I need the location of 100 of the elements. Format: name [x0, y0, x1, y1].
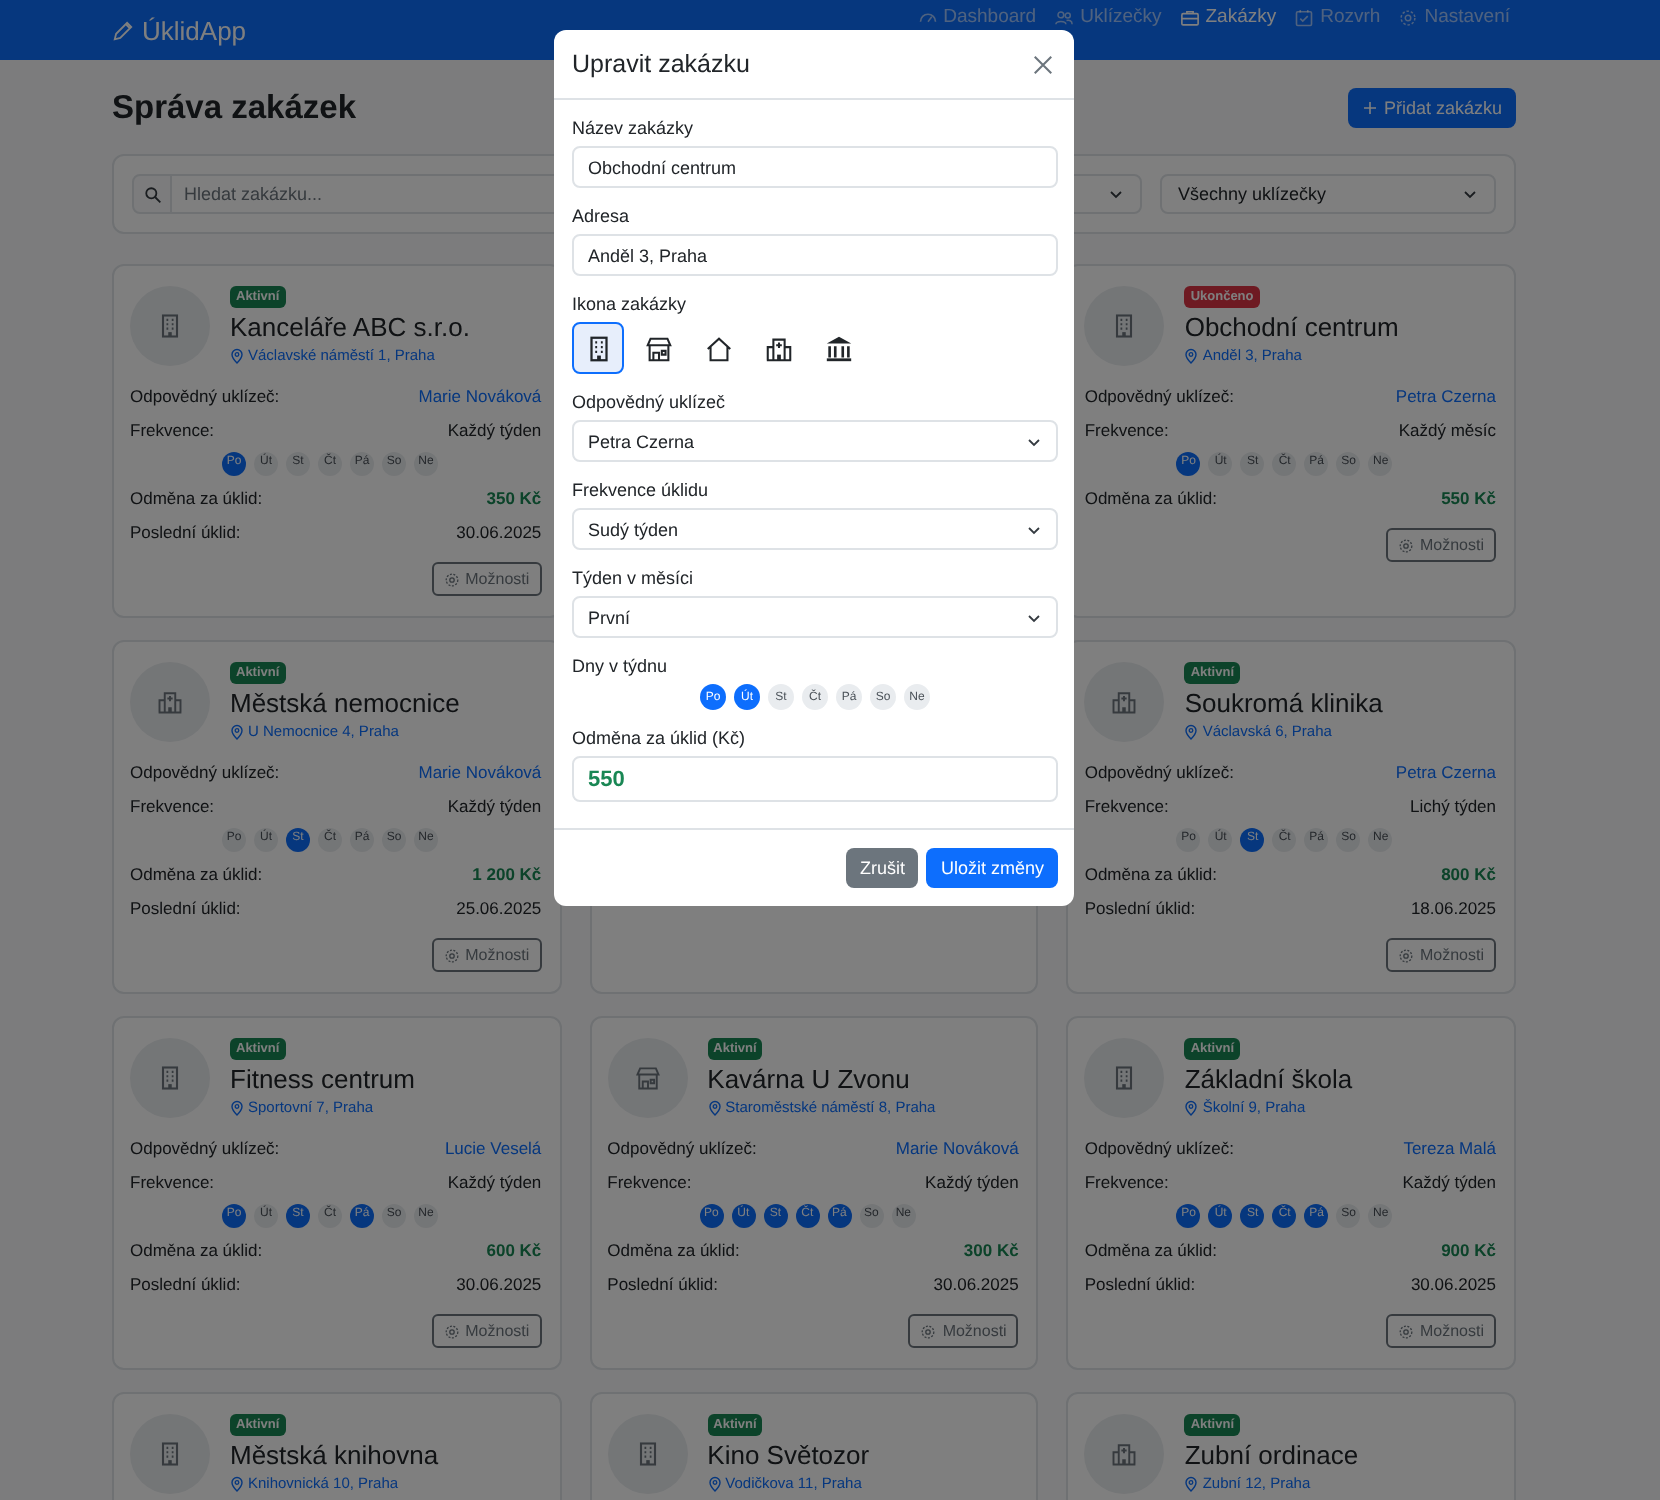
plus-icon — [1361, 100, 1378, 116]
field-label: Poslední úklid: — [1084, 1274, 1196, 1296]
settings-icon — [1397, 537, 1414, 553]
building-icon — [156, 1440, 184, 1468]
cleaner-name: Marie Nováková — [418, 386, 542, 408]
options-button[interactable]: Možnosti — [1385, 938, 1496, 972]
search-icon — [143, 185, 161, 203]
location-pin-icon — [1184, 723, 1199, 740]
bank-icon — [823, 333, 853, 363]
shop-icon — [643, 333, 673, 363]
add-job-button[interactable]: Přidat zakázku — [1347, 88, 1516, 128]
field-label: Název zakázky — [572, 118, 696, 138]
select-field[interactable]: První — [572, 596, 1058, 638]
hospital-icon — [156, 688, 184, 716]
cleaner-name: Marie Nováková — [895, 1138, 1019, 1160]
location-pin-icon — [1184, 1475, 1199, 1492]
location-pin-icon — [230, 723, 244, 740]
page-title: Správa zakázek — [112, 89, 357, 127]
field-label: Frekvence: — [130, 420, 215, 442]
price-value: 350 Kč — [486, 488, 542, 510]
settings-icon — [443, 947, 460, 963]
field-value: 30.06.2025 — [456, 1274, 542, 1296]
select-field[interactable]: Petra Czerna — [572, 420, 1058, 462]
chevron-down-icon — [1026, 433, 1042, 449]
settings-icon — [1397, 1323, 1414, 1339]
cleaner-select[interactable]: Všechny uklízečky — [1160, 174, 1496, 214]
cancel-button[interactable]: Zrušit — [845, 848, 919, 888]
icon-option[interactable] — [572, 322, 624, 374]
field-label: Týden v měsíci — [572, 568, 696, 588]
field-label: Poslední úklid: — [130, 1274, 241, 1296]
field-label: Poslední úklid: — [130, 522, 241, 544]
nav-link[interactable]: Rozvrh — [1294, 6, 1381, 28]
select-field[interactable]: Sudý týden — [572, 508, 1058, 550]
text-field[interactable]: Anděl 3, Praha — [572, 234, 1058, 276]
building-icon — [156, 1064, 184, 1092]
field-label: Odměna za úklid: — [607, 1240, 740, 1262]
settings-icon — [1397, 947, 1414, 963]
text-field[interactable]: Obchodní centrum — [572, 146, 1058, 188]
job-name: Kanceláře ABC s.r.o. — [230, 311, 470, 343]
field-label: Frekvence úklidu — [572, 480, 711, 500]
job-name: Soukromá klinika — [1184, 687, 1383, 719]
nav-link[interactable]: Nastavení — [1398, 6, 1510, 28]
field-label: Dny v týdnu — [572, 656, 670, 676]
options-button[interactable]: Možnosti — [431, 562, 542, 596]
field-label: Odpovědný uklízeč: — [1084, 1138, 1234, 1160]
options-button[interactable]: Možnosti — [431, 938, 542, 972]
job-name: Městská nemocnice — [230, 687, 460, 719]
field-label: Ikona zakázky — [572, 294, 689, 314]
chevron-down-icon — [1462, 186, 1478, 202]
chevron-down-icon — [1026, 609, 1042, 625]
field-value: 18.06.2025 — [1410, 898, 1496, 920]
job-name: Zubní ordinace — [1184, 1439, 1359, 1471]
field-label: Poslední úklid: — [130, 898, 241, 920]
hospital-icon — [763, 333, 793, 363]
field-label: Poslední úklid: — [1084, 898, 1196, 920]
chevron-down-icon — [1026, 521, 1042, 537]
field-label: Odpovědný uklízeč: — [607, 1138, 757, 1160]
location-pin-icon — [707, 1475, 722, 1492]
nav-link[interactable]: Uklízečky — [1054, 6, 1162, 28]
field-value: 30.06.2025 — [933, 1274, 1019, 1296]
house-icon — [703, 333, 733, 363]
shop-icon — [633, 1064, 662, 1092]
save-button[interactable]: Uložit změny — [926, 848, 1058, 888]
job-name: Fitness centrum — [230, 1063, 415, 1095]
job-name: Kavárna U Zvonu — [707, 1063, 910, 1095]
options-button[interactable]: Možnosti — [1385, 528, 1496, 562]
field-label: Frekvence: — [130, 796, 215, 818]
field-label: Odměna za úklid: — [1084, 488, 1217, 510]
field-label: Odměna za úklid: — [130, 488, 263, 510]
chevron-down-icon — [1108, 186, 1124, 202]
price-value: 1 200 Kč — [472, 864, 542, 886]
field-value: 30.06.2025 — [1410, 1274, 1496, 1296]
field-label: Frekvence: — [1084, 796, 1169, 818]
job-name: Obchodní centrum — [1184, 311, 1399, 343]
cleaner-name: Petra Czerna — [1395, 762, 1496, 784]
field-label: Odpovědný uklízeč — [572, 392, 728, 412]
location-pin-icon — [1184, 347, 1199, 364]
app-brand[interactable]: ÚklidApp — [142, 15, 247, 45]
nav-link[interactable]: Dashboard — [917, 6, 1037, 28]
field-label: Odměna za úklid: — [1084, 864, 1217, 886]
cleaner-name: Marie Nováková — [418, 762, 542, 784]
field-label: Odměna za úklid: — [130, 1240, 263, 1262]
nav-link[interactable]: Zakázky — [1179, 6, 1277, 28]
field-label: Frekvence: — [1084, 420, 1169, 442]
field-label: Frekvence: — [130, 1172, 215, 1194]
options-button[interactable]: Možnosti — [1385, 1314, 1496, 1348]
field-label: Odpovědný uklízeč: — [130, 386, 280, 408]
hospital-icon — [1110, 1440, 1139, 1468]
hospital-icon — [1110, 688, 1139, 716]
job-name: Kino Světozor — [707, 1439, 870, 1471]
field-label: Odpovědný uklízeč: — [130, 762, 280, 784]
options-button[interactable]: Možnosti — [908, 1314, 1019, 1348]
options-button[interactable]: Možnosti — [431, 1314, 542, 1348]
briefcase-icon — [1179, 7, 1200, 27]
field-label: Odpovědný uklízeč: — [1084, 386, 1234, 408]
location-pin-icon — [707, 1099, 722, 1116]
location-pin-icon — [230, 347, 244, 364]
field-label: Frekvence: — [1084, 1172, 1169, 1194]
cleaner-name: Tereza Malá — [1403, 1138, 1496, 1160]
amount-field[interactable]: 550 — [572, 756, 1058, 802]
